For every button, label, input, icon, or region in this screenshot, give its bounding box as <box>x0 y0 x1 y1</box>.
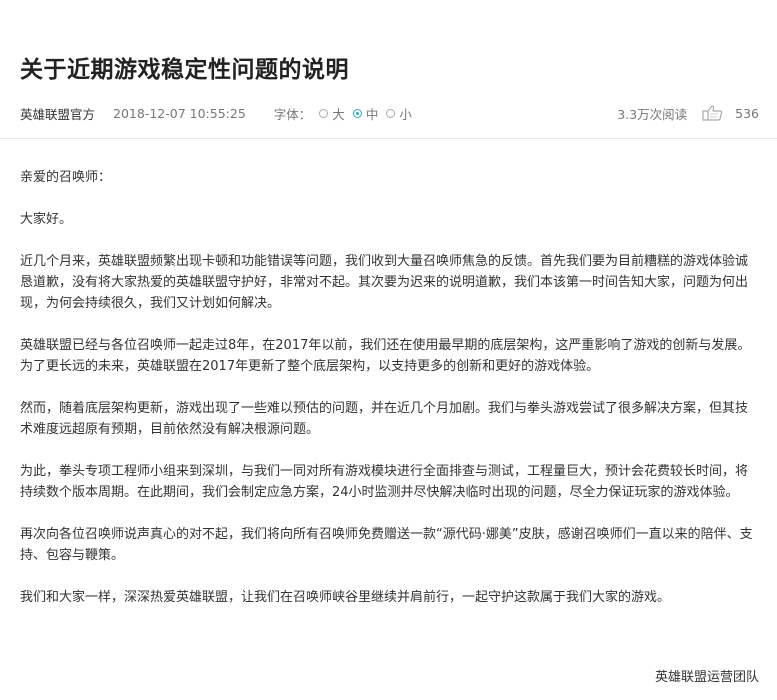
article-body: 亲爱的召唤师： 大家好。 近几个月来，英雄联盟频繁出现卡顿和功能错误等问题，我们… <box>20 167 759 629</box>
read-count: 3.3万次阅读 <box>617 106 688 122</box>
font-size-large-option[interactable]: 大 <box>319 104 345 123</box>
paragraph: 我们和大家一样，深深热爱英雄联盟，让我们在召唤师峡谷里继续并肩前行，一起守护这款… <box>20 590 671 605</box>
signature: 英雄联盟运营团队 <box>654 670 759 685</box>
paragraph: 近几个月来，英雄联盟频繁出现卡顿和功能错误等问题，我们收到大量召唤师焦急的反馈。… <box>20 254 749 311</box>
article-stats: 3.3万次阅读 536 <box>617 104 759 123</box>
font-size-large-label: 大 <box>332 106 345 122</box>
paragraph: 为此，拳头专项工程师小组来到深圳，与我们一同对所有游戏模块进行全面排查与测试，工… <box>20 464 749 500</box>
font-size-selector: 字体： 大 中 小 <box>274 104 412 123</box>
header-divider <box>0 138 777 139</box>
paragraph: 再次向各位召唤师说声真心的对不起，我们将向所有召唤师免费赠送一款“源代码·娜美”… <box>20 527 753 563</box>
font-size-medium-option[interactable]: 中 <box>352 104 379 123</box>
font-size-small-label: 小 <box>399 106 412 122</box>
paragraph: 然而，随着底层架构更新，游戏出现了一些难以预估的问题，并在近几个月加剧。我们与拳… <box>20 401 749 437</box>
font-size-medium-label: 中 <box>365 106 379 122</box>
greeting: 亲爱的召唤师： <box>20 170 112 185</box>
author-link[interactable]: 英雄联盟官方 <box>20 104 95 123</box>
paragraph: 大家好。 <box>20 212 73 227</box>
like-count: 536 <box>735 105 759 121</box>
article-title: 关于近期游戏稳定性问题的说明 <box>20 57 349 83</box>
font-size-small-option[interactable]: 小 <box>386 104 412 123</box>
radio-icon <box>319 108 329 118</box>
article-meta: 英雄联盟官方 2018-12-07 10:55:25 字体： 大 中 小 3.3… <box>20 100 759 126</box>
radio-icon <box>386 108 396 118</box>
font-size-label: 字体： <box>273 106 312 122</box>
radio-checked-icon <box>352 108 362 118</box>
thumbs-up-icon[interactable] <box>701 105 723 121</box>
publish-time: 2018-12-07 10:55:25 <box>113 105 246 121</box>
article-page: 关于近期游戏稳定性问题的说明 英雄联盟官方 2018-12-07 10:55:2… <box>0 0 777 700</box>
paragraph: 英雄联盟已经与各位召唤师一起走过8年，在2017年以前，我们还在使用最早期的底层… <box>20 338 751 374</box>
